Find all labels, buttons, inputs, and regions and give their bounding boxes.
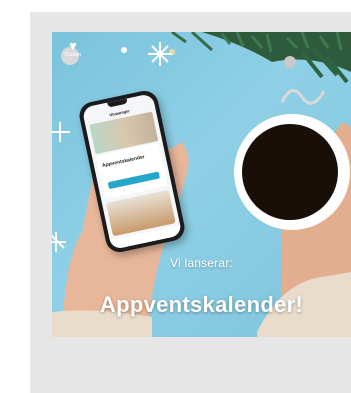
promo-subtitle: Vi lanserar: <box>170 256 233 270</box>
coffee <box>242 124 338 220</box>
heart-icon: ♥ <box>69 38 77 53</box>
brand-logo: ♥ Duréen <box>58 38 88 58</box>
promo-photo: ♥ Duréen Utvaaniger Appventskalender Vi … <box>52 32 351 337</box>
fir-branches <box>171 32 351 84</box>
app-card-title: Appventskalender <box>101 154 146 170</box>
promo-headline: Appventskalender! <box>99 292 304 317</box>
app-card-button <box>107 171 161 190</box>
phone-notch <box>107 98 128 108</box>
brand-logo-text: Duréen <box>64 52 82 58</box>
